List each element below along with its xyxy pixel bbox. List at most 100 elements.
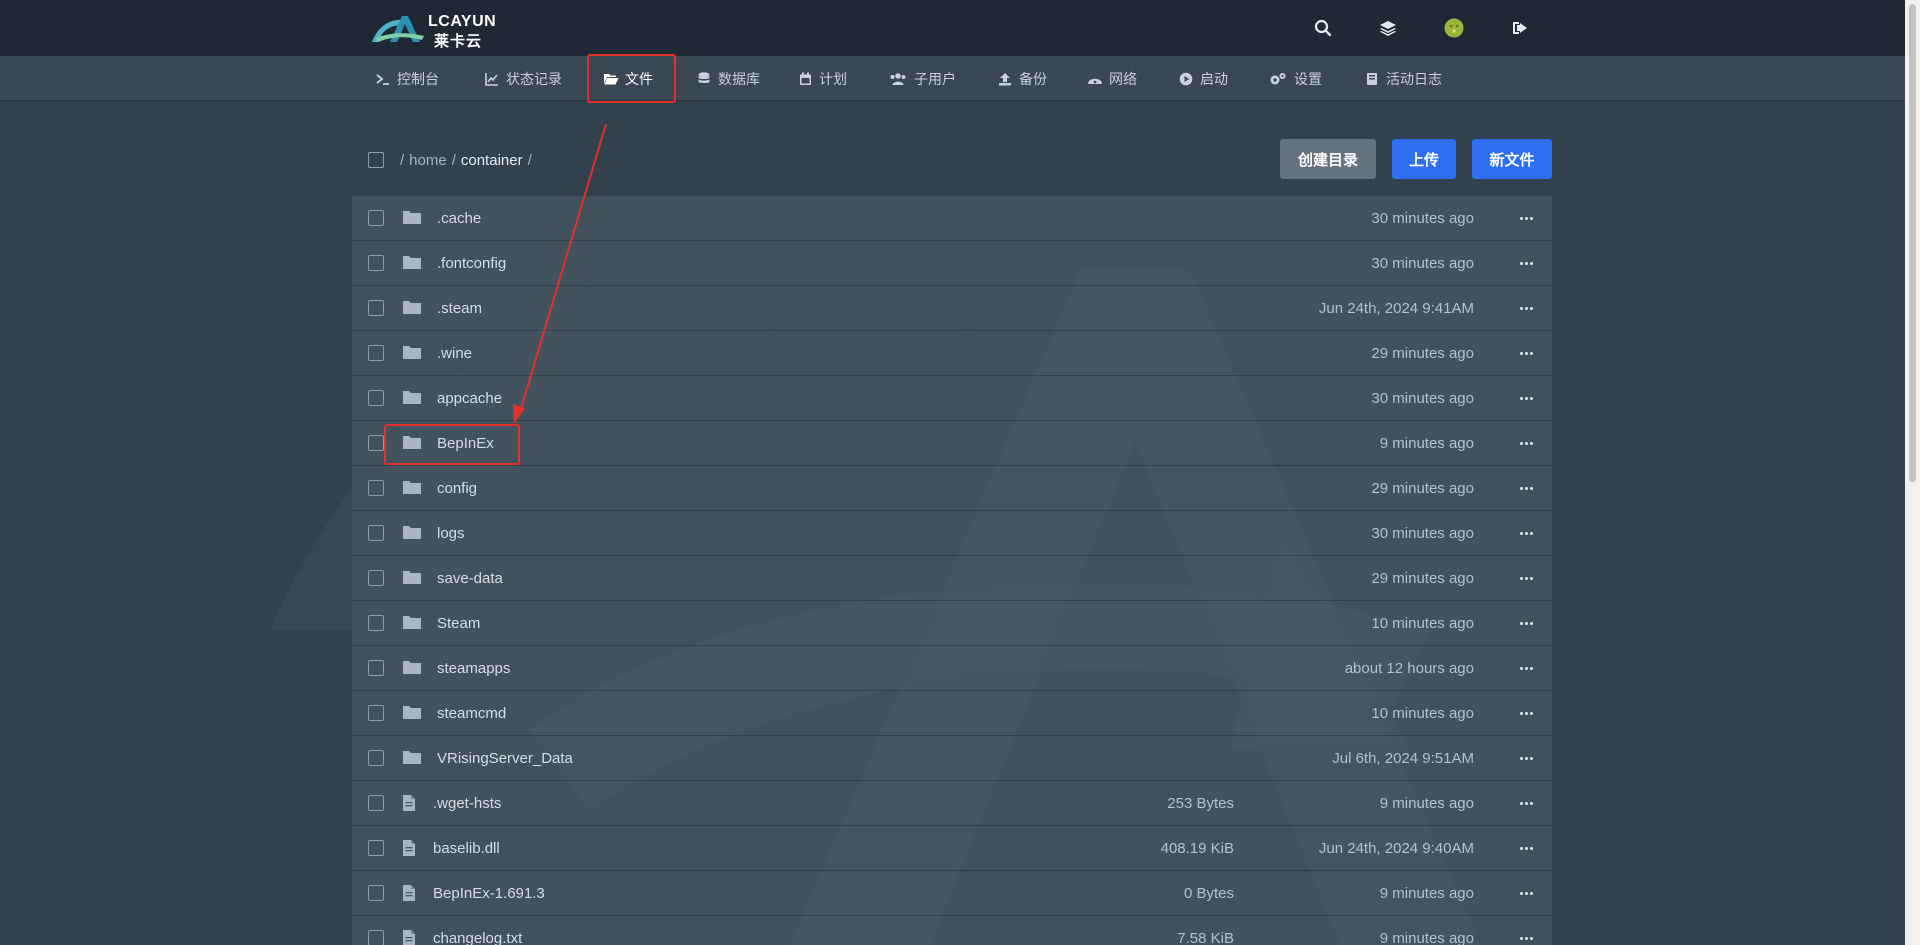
file-row[interactable]: changelog.txt 7.58 KiB 9 minutes ago: [352, 916, 1552, 945]
nav-console[interactable]: 控制台: [375, 56, 439, 101]
row-checkbox[interactable]: [368, 210, 384, 226]
row-checkbox[interactable]: [368, 750, 384, 766]
nav-label: 网络: [1109, 70, 1137, 87]
file-row[interactable]: .wget-hsts 253 Bytes 9 minutes ago: [352, 781, 1552, 826]
breadcrumb-current[interactable]: container: [461, 152, 523, 169]
file-name[interactable]: appcache: [437, 390, 502, 407]
nav-activity-log[interactable]: 活动日志: [1364, 56, 1442, 101]
nav-label: 启动: [1200, 70, 1228, 87]
more-options-icon[interactable]: [1514, 478, 1538, 498]
file-name[interactable]: VRisingServer_Data: [437, 750, 573, 767]
file-row[interactable]: steamcmd 10 minutes ago: [352, 691, 1552, 736]
more-options-icon[interactable]: [1514, 388, 1538, 408]
more-options-icon[interactable]: [1514, 703, 1538, 723]
file-row[interactable]: .cache 30 minutes ago: [352, 196, 1552, 241]
more-options-icon[interactable]: [1514, 433, 1538, 453]
file-row[interactable]: BepInEx 9 minutes ago: [352, 421, 1552, 466]
row-checkbox[interactable]: [368, 705, 384, 721]
more-options-icon[interactable]: [1514, 568, 1538, 588]
file-row[interactable]: appcache 30 minutes ago: [352, 376, 1552, 421]
file-name[interactable]: .steam: [437, 300, 482, 317]
file-name[interactable]: .wget-hsts: [433, 795, 501, 812]
more-options-icon[interactable]: [1514, 838, 1538, 858]
file-name[interactable]: steamapps: [437, 660, 510, 677]
more-options-icon[interactable]: [1514, 343, 1538, 363]
page-scrollbar[interactable]: [1905, 0, 1920, 945]
row-checkbox[interactable]: [368, 615, 384, 631]
folder-icon: [402, 479, 422, 497]
file-row[interactable]: BepInEx-1.691.3 0 Bytes 9 minutes ago: [352, 871, 1552, 916]
file-row[interactable]: save-data 29 minutes ago: [352, 556, 1552, 601]
breadcrumb-home[interactable]: home: [409, 152, 447, 169]
row-checkbox[interactable]: [368, 840, 384, 856]
file-name[interactable]: .wine: [437, 345, 472, 362]
file-row[interactable]: config 29 minutes ago: [352, 466, 1552, 511]
row-checkbox[interactable]: [368, 300, 384, 316]
new-file-button[interactable]: 新文件: [1472, 139, 1552, 179]
more-options-icon[interactable]: [1514, 208, 1538, 228]
nav-startup[interactable]: 启动: [1178, 56, 1228, 101]
more-options-icon[interactable]: [1514, 658, 1538, 678]
more-options-icon[interactable]: [1514, 883, 1538, 903]
nav-database[interactable]: 数据库: [696, 56, 760, 101]
nav-settings[interactable]: 设置: [1268, 56, 1322, 101]
file-row[interactable]: baselib.dll 408.19 KiB Jun 24th, 2024 9:40…: [352, 826, 1552, 871]
more-options-icon[interactable]: [1514, 523, 1538, 543]
file-name[interactable]: logs: [437, 525, 465, 542]
file-row[interactable]: logs 30 minutes ago: [352, 511, 1552, 556]
more-options-icon[interactable]: [1514, 793, 1538, 813]
file-name[interactable]: .fontconfig: [437, 255, 506, 272]
file-row[interactable]: steamapps about 12 hours ago: [352, 646, 1552, 691]
search-icon[interactable]: [1311, 16, 1335, 40]
nav-schedule[interactable]: 计划: [797, 56, 847, 101]
avatar[interactable]: [1442, 16, 1466, 40]
row-checkbox[interactable]: [368, 435, 384, 451]
file-name[interactable]: save-data: [437, 570, 503, 587]
row-checkbox[interactable]: [368, 255, 384, 271]
file-name[interactable]: config: [437, 480, 477, 497]
nav-subusers[interactable]: 子用户: [888, 56, 956, 101]
row-checkbox[interactable]: [368, 390, 384, 406]
row-checkbox[interactable]: [368, 570, 384, 586]
file-row[interactable]: .fontconfig 30 minutes ago: [352, 241, 1552, 286]
more-options-icon[interactable]: [1514, 748, 1538, 768]
nav-network[interactable]: 网络: [1087, 56, 1137, 101]
logo-mark-icon: [372, 16, 424, 42]
row-checkbox[interactable]: [368, 660, 384, 676]
upload-button[interactable]: 上传: [1392, 139, 1456, 179]
file-name[interactable]: steamcmd: [437, 705, 506, 722]
scrollbar-thumb[interactable]: [1909, 4, 1916, 482]
calendar-icon: [797, 71, 813, 87]
select-all-checkbox[interactable]: [368, 152, 384, 168]
file-row[interactable]: VRisingServer_Data Jul 6th, 2024 9:51AM: [352, 736, 1552, 781]
file-row[interactable]: Steam 10 minutes ago: [352, 601, 1552, 646]
row-checkbox[interactable]: [368, 525, 384, 541]
file-row[interactable]: .wine 29 minutes ago: [352, 331, 1552, 376]
file-name[interactable]: baselib.dll: [433, 840, 500, 857]
file-modified: 30 minutes ago: [1371, 255, 1474, 272]
row-checkbox[interactable]: [368, 795, 384, 811]
nav-backup[interactable]: 备份: [997, 56, 1047, 101]
more-options-icon[interactable]: [1514, 928, 1538, 945]
file-icon: [402, 794, 422, 812]
layers-icon[interactable]: [1376, 16, 1400, 40]
more-options-icon[interactable]: [1514, 253, 1538, 273]
file-name[interactable]: .cache: [437, 210, 481, 227]
row-checkbox[interactable]: [368, 345, 384, 361]
row-checkbox[interactable]: [368, 930, 384, 945]
brand-logo[interactable]: LCAYUN 莱卡云: [368, 8, 500, 50]
file-row[interactable]: .steam Jun 24th, 2024 9:41AM: [352, 286, 1552, 331]
file-modified: 9 minutes ago: [1379, 885, 1474, 902]
create-directory-button[interactable]: 创建目录: [1280, 139, 1376, 179]
nav-status-log[interactable]: 状态记录: [484, 56, 562, 101]
nav-label: 状态记录: [506, 70, 562, 87]
row-checkbox[interactable]: [368, 885, 384, 901]
row-checkbox[interactable]: [368, 480, 384, 496]
folder-icon: [402, 614, 422, 632]
more-options-icon[interactable]: [1514, 613, 1538, 633]
logout-icon[interactable]: [1508, 16, 1532, 40]
file-name[interactable]: Steam: [437, 615, 480, 632]
file-name[interactable]: BepInEx-1.691.3: [433, 885, 545, 902]
more-options-icon[interactable]: [1514, 298, 1538, 318]
file-name[interactable]: changelog.txt: [433, 930, 522, 945]
